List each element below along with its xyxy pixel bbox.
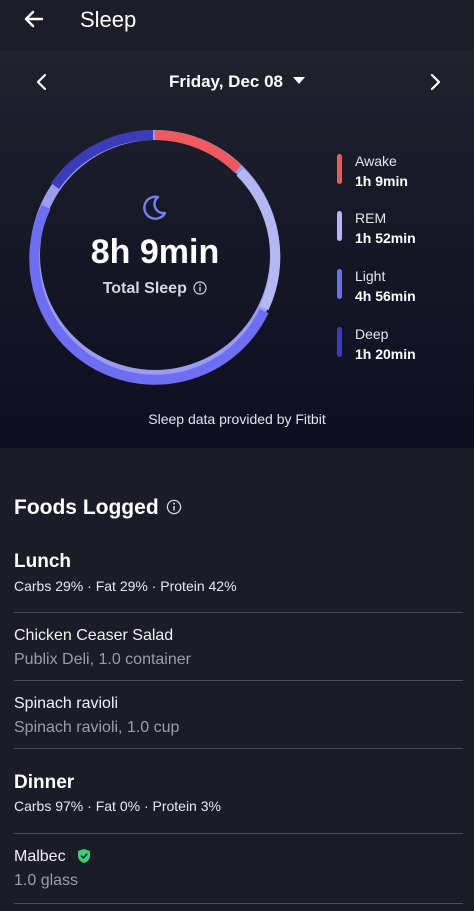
food-detail: Spinach ravioli, 1.0 cup (14, 719, 180, 736)
legend-color-rem (337, 211, 342, 241)
legend-color-light (337, 269, 342, 299)
divider (14, 833, 463, 834)
legend-item-rem: REM 1h 52min (337, 209, 457, 249)
divider (14, 612, 463, 613)
legend-value: 1h 9min (355, 173, 408, 189)
food-item[interactable]: Chicken Ceaser Salad Publix Deli, 1.0 co… (0, 625, 474, 691)
total-sleep-label-row: Total Sleep (55, 278, 255, 300)
legend-item-awake: Awake 1h 9min (337, 152, 457, 192)
total-sleep-time: 8h 9min (90, 233, 220, 271)
food-detail: 1.0 glass (14, 872, 79, 889)
page-title: Sleep (80, 7, 137, 32)
meal-macros-lunch: Carbs 29% · Fat 29% · Protein 42% (14, 578, 237, 594)
moon-icon (143, 195, 167, 220)
legend-label: Awake (355, 153, 397, 169)
legend-label: REM (355, 210, 387, 226)
legend-value: 4h 56min (355, 288, 416, 304)
date-selector[interactable]: Friday, Dec 08 (150, 69, 324, 95)
sleep-summary-card: Friday, Dec 08 8h 9min Total Sleep Awake… (0, 50, 474, 448)
food-name: Chicken Ceaser Salad (14, 627, 174, 644)
divider (14, 680, 463, 681)
next-day-button[interactable] (423, 70, 447, 94)
info-icon[interactable] (166, 499, 182, 515)
divider (14, 903, 463, 904)
food-detail: Publix Deli, 1.0 container (14, 651, 191, 668)
total-sleep-label: Total Sleep (102, 280, 187, 297)
verified-shield-icon (78, 849, 90, 863)
chevron-left-icon (36, 73, 47, 91)
foods-logged-heading: Foods Logged (14, 496, 159, 519)
food-name: Spinach ravioli (14, 695, 119, 712)
app-bar: Sleep (0, 0, 474, 50)
legend-color-awake (337, 154, 342, 184)
meal-macros-dinner: Carbs 97% · Fat 0% · Protein 3% (14, 798, 221, 814)
back-button[interactable] (18, 6, 48, 36)
legend-color-deep (337, 327, 342, 357)
data-provider-note: Sleep data provided by Fitbit (148, 411, 326, 427)
divider (14, 748, 463, 749)
legend-label: Deep (355, 326, 389, 342)
caret-down-icon (293, 77, 306, 85)
ring-segment-deep (50, 130, 154, 189)
legend-value: 1h 20min (355, 346, 416, 362)
date-label: Friday, Dec 08 (168, 72, 284, 91)
legend-item-deep: Deep 1h 20min (337, 325, 457, 365)
food-item[interactable]: Malbec 1.0 glass (0, 846, 474, 911)
previous-day-button[interactable] (30, 70, 54, 94)
meal-title-lunch: Lunch (14, 551, 71, 572)
info-icon[interactable] (193, 281, 207, 295)
legend-item-light: Light 4h 56min (337, 267, 457, 307)
food-item[interactable]: Spinach ravioli Spinach ravioli, 1.0 cup (0, 693, 474, 759)
food-name: Malbec (14, 848, 66, 865)
legend-label: Light (355, 268, 386, 284)
legend-value: 1h 52min (355, 230, 416, 246)
chevron-right-icon (430, 73, 441, 91)
arrow-left-icon (24, 10, 44, 28)
meal-title-dinner: Dinner (14, 772, 75, 793)
